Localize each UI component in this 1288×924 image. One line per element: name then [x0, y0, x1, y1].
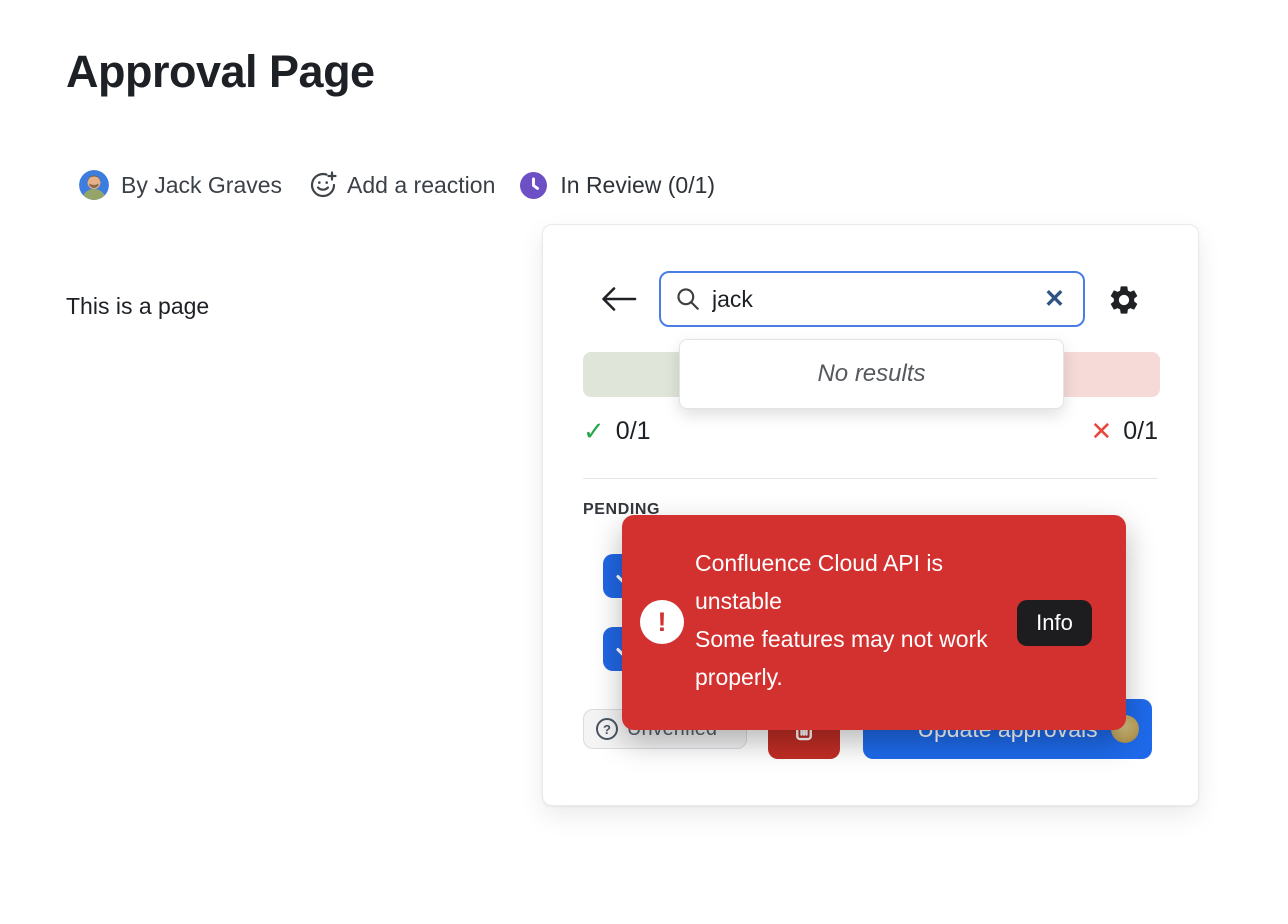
back-arrow-icon	[599, 283, 639, 315]
page-title: Approval Page	[66, 46, 375, 98]
byline: By Jack Graves Add a reaction In	[79, 168, 715, 202]
cross-icon: ✕	[1090, 416, 1112, 447]
gear-icon	[1107, 283, 1143, 317]
rejected-count: ✕ 0/1	[1090, 416, 1158, 447]
back-button[interactable]	[599, 281, 639, 317]
status-label: In Review (0/1)	[560, 172, 715, 199]
toast-message: Some features may not work properly.	[695, 620, 1000, 696]
add-reaction-label: Add a reaction	[347, 172, 495, 199]
error-toast: ! Confluence Cloud API is unstable Some …	[622, 515, 1126, 730]
search-input[interactable]	[712, 286, 1029, 313]
check-icon: ✓	[583, 416, 605, 447]
confluence-page: Approval Page By Jack Graves	[0, 0, 1288, 924]
search-results-dropdown: No results	[679, 339, 1064, 409]
toast-text: Confluence Cloud API is unstable Some fe…	[695, 544, 1000, 696]
divider	[583, 478, 1158, 479]
error-icon: !	[640, 600, 684, 644]
approved-count: ✓ 0/1	[583, 416, 651, 447]
approved-count-value: 0/1	[616, 417, 651, 446]
add-reaction-button[interactable]: Add a reaction	[309, 171, 495, 199]
question-icon: ?	[596, 718, 618, 740]
approval-counts: ✓ 0/1 ✕ 0/1	[583, 413, 1158, 449]
avatar-image	[79, 170, 109, 200]
clear-search-button[interactable]: ✕	[1040, 287, 1069, 312]
clock-icon	[520, 172, 547, 199]
status-badge[interactable]: In Review (0/1)	[520, 172, 715, 199]
rejected-count-value: 0/1	[1123, 417, 1158, 446]
search-box[interactable]: ✕	[659, 271, 1085, 327]
author-avatar[interactable]	[79, 170, 109, 200]
settings-button[interactable]	[1107, 282, 1143, 318]
author-label[interactable]: By Jack Graves	[121, 172, 282, 199]
reaction-icon	[309, 171, 337, 199]
info-button[interactable]: Info	[1017, 600, 1092, 646]
page-body-text: This is a page	[66, 293, 209, 320]
search-icon	[675, 286, 701, 312]
toast-title: Confluence Cloud API is unstable	[695, 544, 1000, 620]
no-results-label: No results	[817, 360, 925, 388]
